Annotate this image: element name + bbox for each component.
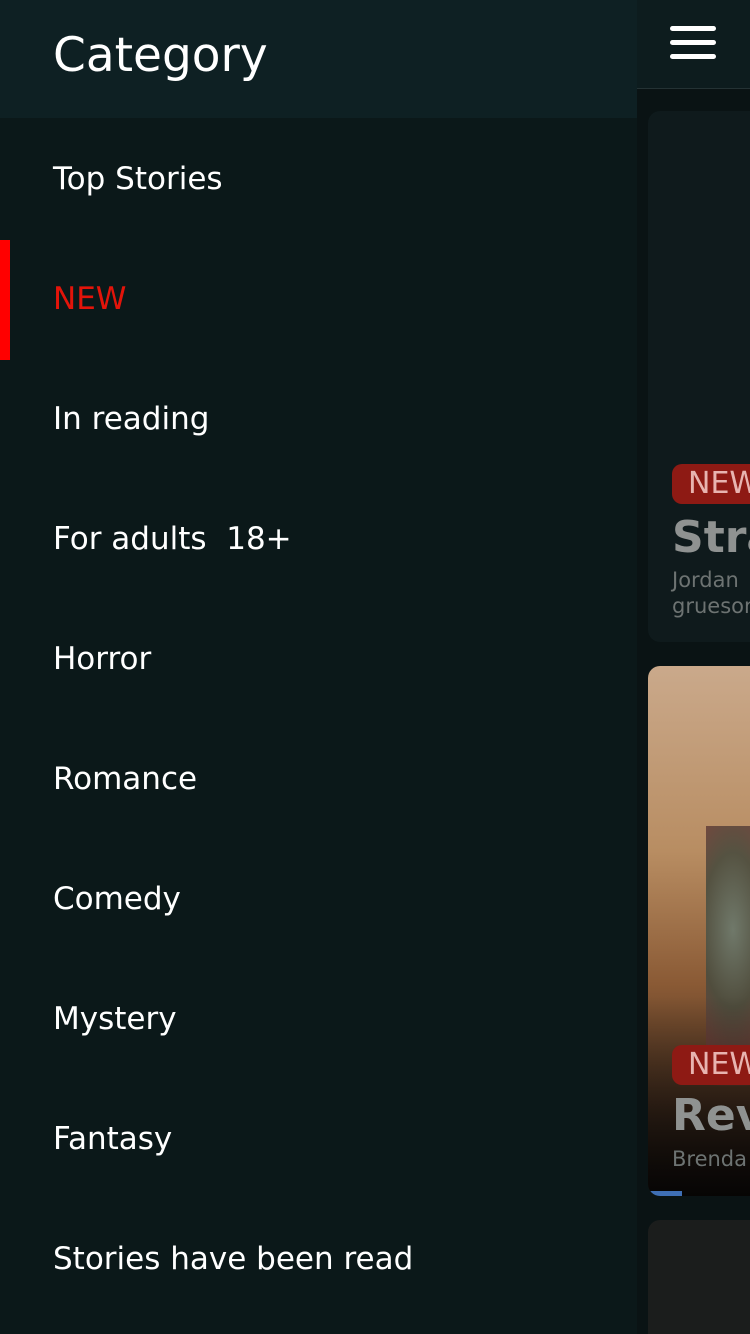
story-card[interactable]: NEW Rev Brenda [648, 666, 750, 1196]
story-subtitle: Brenda [672, 1147, 748, 1171]
new-badge: NEW [672, 1045, 750, 1085]
menu-item-label: Stories have been read [53, 1241, 414, 1277]
active-indicator [0, 240, 10, 360]
menu-item-label: Romance [53, 761, 198, 797]
story-card[interactable] [648, 1220, 750, 1334]
menu-item-fantasy[interactable]: Fantasy [0, 1080, 637, 1200]
category-drawer: Category Top Stories NEW In reading For … [0, 0, 637, 1334]
menu-item-for-adults[interactable]: For adults 18+ [0, 480, 637, 600]
story-subtitle: Jordan grueson [672, 567, 750, 619]
story-subtitle-line: Jordan [672, 568, 739, 592]
menu-item-romance[interactable]: Romance [0, 720, 637, 840]
new-badge: NEW [672, 464, 750, 504]
menu-item-stories-read[interactable]: Stories have been read [0, 1200, 637, 1320]
menu-item-mystery[interactable]: Mystery [0, 960, 637, 1080]
drawer-header: Category [0, 0, 637, 118]
menu-item-label: Fantasy [53, 1121, 173, 1157]
reading-progress-bar [648, 1191, 682, 1196]
menu-item-horror[interactable]: Horror [0, 600, 637, 720]
menu-item-label: NEW [53, 281, 127, 317]
story-title: Stra [672, 512, 750, 563]
menu-item-label: Top Stories [53, 161, 223, 197]
hamburger-line [670, 40, 716, 45]
hamburger-line [670, 26, 716, 31]
drawer-title: Category [53, 28, 268, 83]
hamburger-icon[interactable] [670, 26, 716, 60]
menu-item-top-stories[interactable]: Top Stories [0, 120, 637, 240]
story-card[interactable]: NEW Stra Jordan grueson [648, 111, 750, 642]
menu-item-in-reading[interactable]: In reading [0, 360, 637, 480]
menu-item-label: Horror [53, 641, 152, 677]
story-title: Rev [672, 1090, 750, 1141]
menu-item-label: Mystery [53, 1001, 177, 1037]
menu-item-new[interactable]: NEW [0, 240, 637, 360]
menu-item-label: In reading [53, 401, 210, 437]
top-bar [637, 0, 750, 89]
menu-item-comedy[interactable]: Comedy [0, 840, 637, 960]
main-content-peek: NEW Stra Jordan grueson NEW Rev Brenda [637, 0, 750, 1334]
menu-item-label: For adults 18+ [53, 521, 292, 557]
hamburger-line [670, 54, 716, 59]
story-subtitle-line: grueson [672, 594, 750, 618]
menu-item-label: Comedy [53, 881, 181, 917]
